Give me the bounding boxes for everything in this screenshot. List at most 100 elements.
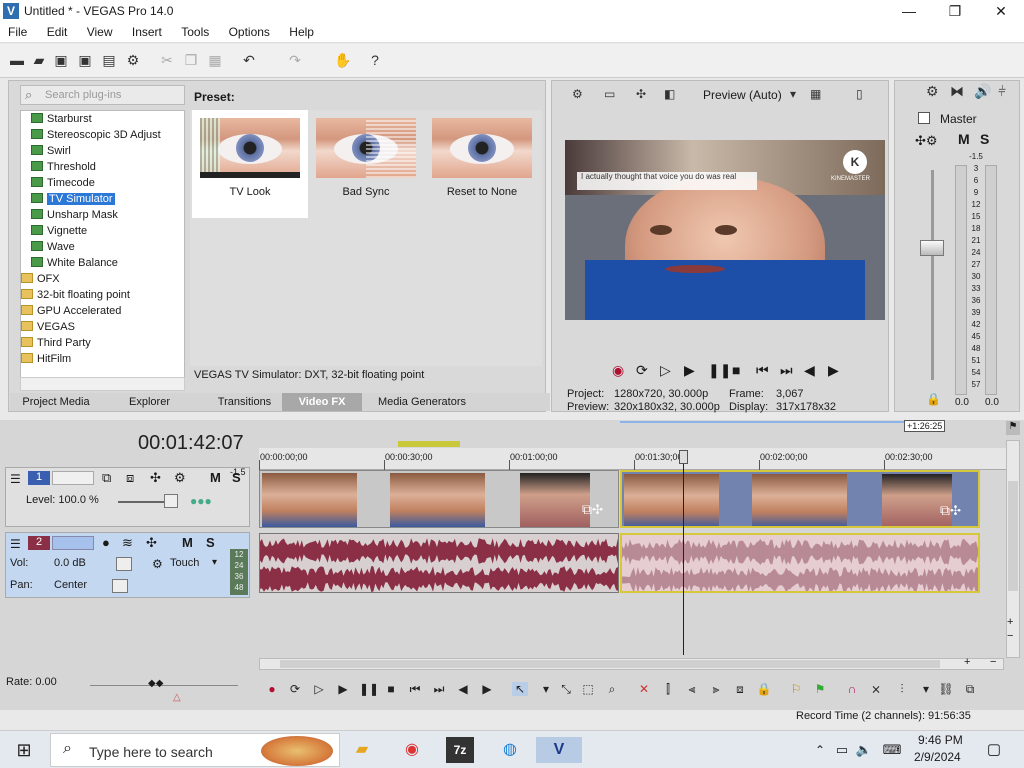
zoom-out-vertical-icon[interactable]: − bbox=[1007, 630, 1013, 642]
speaker-icon[interactable]: 🔊 bbox=[974, 83, 991, 100]
undo-icon[interactable]: ↶ bbox=[240, 51, 258, 69]
track-fx-icon[interactable]: ✣ bbox=[150, 470, 161, 486]
preset-tv-look[interactable]: TV Look bbox=[192, 110, 308, 218]
tab-project-media[interactable]: Project Media bbox=[10, 393, 102, 411]
copy-snapshot-icon[interactable]: ▯ bbox=[856, 87, 863, 101]
tree-folder-vegas[interactable]: VEGAS bbox=[21, 319, 75, 335]
plugin-search-input[interactable]: ⌕ Search plug-ins bbox=[20, 85, 185, 105]
menu-options[interactable]: Options bbox=[221, 22, 278, 39]
master-settings-gear-icon[interactable]: ⚙ bbox=[926, 83, 939, 100]
chevron-down-icon[interactable]: ▾ bbox=[790, 87, 796, 101]
paste-icon[interactable]: ▦ bbox=[206, 51, 224, 69]
auto-crossfade-icon[interactable]: ⨯ bbox=[868, 682, 884, 696]
lock-icon[interactable]: 🔒 bbox=[926, 392, 941, 406]
ignore-grouping-icon[interactable]: ⧉ bbox=[962, 682, 978, 696]
track-fx-icon[interactable]: ✣ bbox=[146, 535, 157, 551]
preset-bad-sync[interactable]: Bad Sync bbox=[308, 110, 424, 218]
play-from-start-icon[interactable]: ▷ bbox=[311, 682, 327, 696]
new-file-icon[interactable]: ▬ bbox=[8, 51, 26, 69]
record-icon[interactable]: ◉ bbox=[612, 362, 624, 379]
tree-item-swirl[interactable]: Swirl bbox=[31, 143, 71, 159]
audio-clip-2-selected[interactable] bbox=[620, 533, 980, 593]
tree-item-white-balance[interactable]: White Balance bbox=[31, 255, 118, 271]
keyboard-icon[interactable]: ⌨ bbox=[878, 737, 906, 763]
track2-solo-button[interactable]: S bbox=[206, 535, 215, 550]
loop-region-bar[interactable] bbox=[620, 421, 920, 427]
overlays-grid-icon[interactable]: ▦ bbox=[810, 87, 821, 101]
trim-start-icon[interactable]: ⫷ bbox=[684, 682, 700, 696]
downmix-icon[interactable]: ⧓ bbox=[950, 83, 964, 100]
insert-marker-icon[interactable]: ⚐ bbox=[788, 682, 804, 696]
tree-item-threshold[interactable]: Threshold bbox=[31, 159, 96, 175]
playhead-cursor[interactable] bbox=[683, 450, 684, 655]
tab-transitions[interactable]: Transitions bbox=[197, 393, 292, 411]
help-whats-this-icon[interactable]: ? bbox=[366, 51, 384, 69]
rate-slider-handle[interactable]: ◆◆ bbox=[148, 678, 163, 689]
pan-crop-icon[interactable]: ⧉✣ bbox=[582, 501, 603, 518]
composite-mode-icon[interactable]: ●●● bbox=[190, 494, 212, 508]
edge-icon[interactable]: ◍ bbox=[496, 737, 524, 763]
fx-hand-icon[interactable]: ✋ bbox=[334, 51, 352, 69]
external-monitor-icon[interactable]: ▭ bbox=[604, 87, 615, 101]
video-clip-1[interactable]: ⧉✣ bbox=[259, 470, 619, 528]
open-folder-icon[interactable]: ▰ bbox=[30, 51, 48, 69]
compositing-icon[interactable]: ⧈ bbox=[126, 470, 134, 486]
chevron-down-icon[interactable]: ▾ bbox=[212, 557, 217, 568]
tree-folder-third-party[interactable]: Third Party bbox=[21, 335, 91, 351]
menu-edit[interactable]: Edit bbox=[39, 22, 76, 39]
tree-item-stereoscopic[interactable]: Stereoscopic 3D Adjust bbox=[31, 127, 161, 143]
pause-icon[interactable]: ❚❚ bbox=[359, 682, 379, 696]
menu-view[interactable]: View bbox=[79, 22, 121, 39]
render-icon[interactable]: ▤ bbox=[100, 51, 118, 69]
tree-item-wave[interactable]: Wave bbox=[31, 239, 75, 255]
previous-frame-icon[interactable]: ◀ bbox=[455, 682, 471, 696]
mixer-faders-icon[interactable]: ⫩ bbox=[998, 83, 1006, 100]
playhead-handle[interactable] bbox=[679, 450, 688, 464]
split-icon[interactable]: ⧈ bbox=[732, 682, 748, 696]
split-screen-icon[interactable]: ✣ bbox=[636, 87, 646, 101]
master-checkbox-icon[interactable] bbox=[918, 112, 930, 124]
tree-folder-ofx[interactable]: OFX bbox=[21, 271, 60, 287]
arm-record-icon[interactable]: ● bbox=[102, 535, 110, 550]
menu-insert[interactable]: Insert bbox=[124, 22, 170, 39]
preset-reset-to-none[interactable]: Reset to None bbox=[424, 110, 540, 218]
video-clip-2-selected[interactable]: ⧉✣ bbox=[620, 470, 980, 528]
chevron-down-icon[interactable]: ▾ bbox=[918, 682, 934, 696]
zoom-in-vertical-icon[interactable]: + bbox=[1007, 616, 1013, 628]
next-frame-icon[interactable]: ▶ bbox=[479, 682, 495, 696]
master-fader-handle[interactable] bbox=[920, 240, 944, 256]
tab-explorer[interactable]: Explorer bbox=[102, 393, 197, 411]
go-to-end-icon[interactable]: ⏭ bbox=[780, 362, 793, 379]
pan-crop-icon[interactable]: ⧉✣ bbox=[940, 502, 961, 519]
envelope-tool-icon[interactable]: ⤡ bbox=[558, 682, 574, 696]
track-motion-icon[interactable]: ⧉ bbox=[102, 470, 111, 486]
next-frame-icon[interactable]: ▶ bbox=[828, 362, 839, 379]
trim-end-icon[interactable]: ⫸ bbox=[708, 682, 724, 696]
timeline-horizontal-scrollbar[interactable] bbox=[259, 658, 1004, 670]
track1-mute-button[interactable]: M bbox=[210, 470, 221, 485]
lock-envelopes-icon[interactable]: ⛓ bbox=[938, 682, 954, 696]
7zip-icon[interactable]: 7z bbox=[446, 737, 474, 763]
marker-flag-icon[interactable]: ⚑ bbox=[1006, 421, 1020, 435]
loop-region-marker[interactable] bbox=[398, 441, 460, 447]
tree-horizontal-scrollbar[interactable] bbox=[20, 377, 185, 391]
collapse-icon[interactable]: ☰ bbox=[10, 472, 21, 486]
master-solo-button[interactable]: S bbox=[980, 131, 989, 147]
lock-icon[interactable]: 🔒 bbox=[756, 682, 772, 696]
invert-phase-icon[interactable]: ≋ bbox=[122, 535, 133, 551]
timeline-ruler[interactable]: 00:00:00;00 00:00:30;00 00:01:00;00 00:0… bbox=[259, 448, 1009, 470]
ripple-edit-icon[interactable]: ⫶ bbox=[894, 682, 910, 696]
tree-item-vignette[interactable]: Vignette bbox=[31, 223, 87, 239]
play-icon[interactable]: ▶ bbox=[335, 682, 351, 696]
redo-icon[interactable]: ↷ bbox=[286, 51, 304, 69]
audio-track-header[interactable]: ☰ 2 ● ≋ ✣ M S 12 24 36 48 Vol: 0.0 dB ⚙ … bbox=[5, 532, 250, 598]
tree-item-unsharp-mask[interactable]: Unsharp Mask bbox=[31, 207, 118, 223]
cut-icon[interactable]: ✂ bbox=[158, 51, 176, 69]
zoom-out-horizontal-icon[interactable]: − bbox=[990, 656, 996, 668]
copy-icon[interactable]: ❐ bbox=[182, 51, 200, 69]
notifications-icon[interactable]: ▢ bbox=[980, 737, 1008, 763]
normal-edit-tool-icon[interactable]: ↖ bbox=[512, 682, 528, 696]
menu-file[interactable]: File bbox=[0, 22, 35, 39]
selection-tool-icon[interactable]: ⬚ bbox=[580, 682, 596, 696]
pan-slider-handle[interactable] bbox=[112, 579, 128, 593]
